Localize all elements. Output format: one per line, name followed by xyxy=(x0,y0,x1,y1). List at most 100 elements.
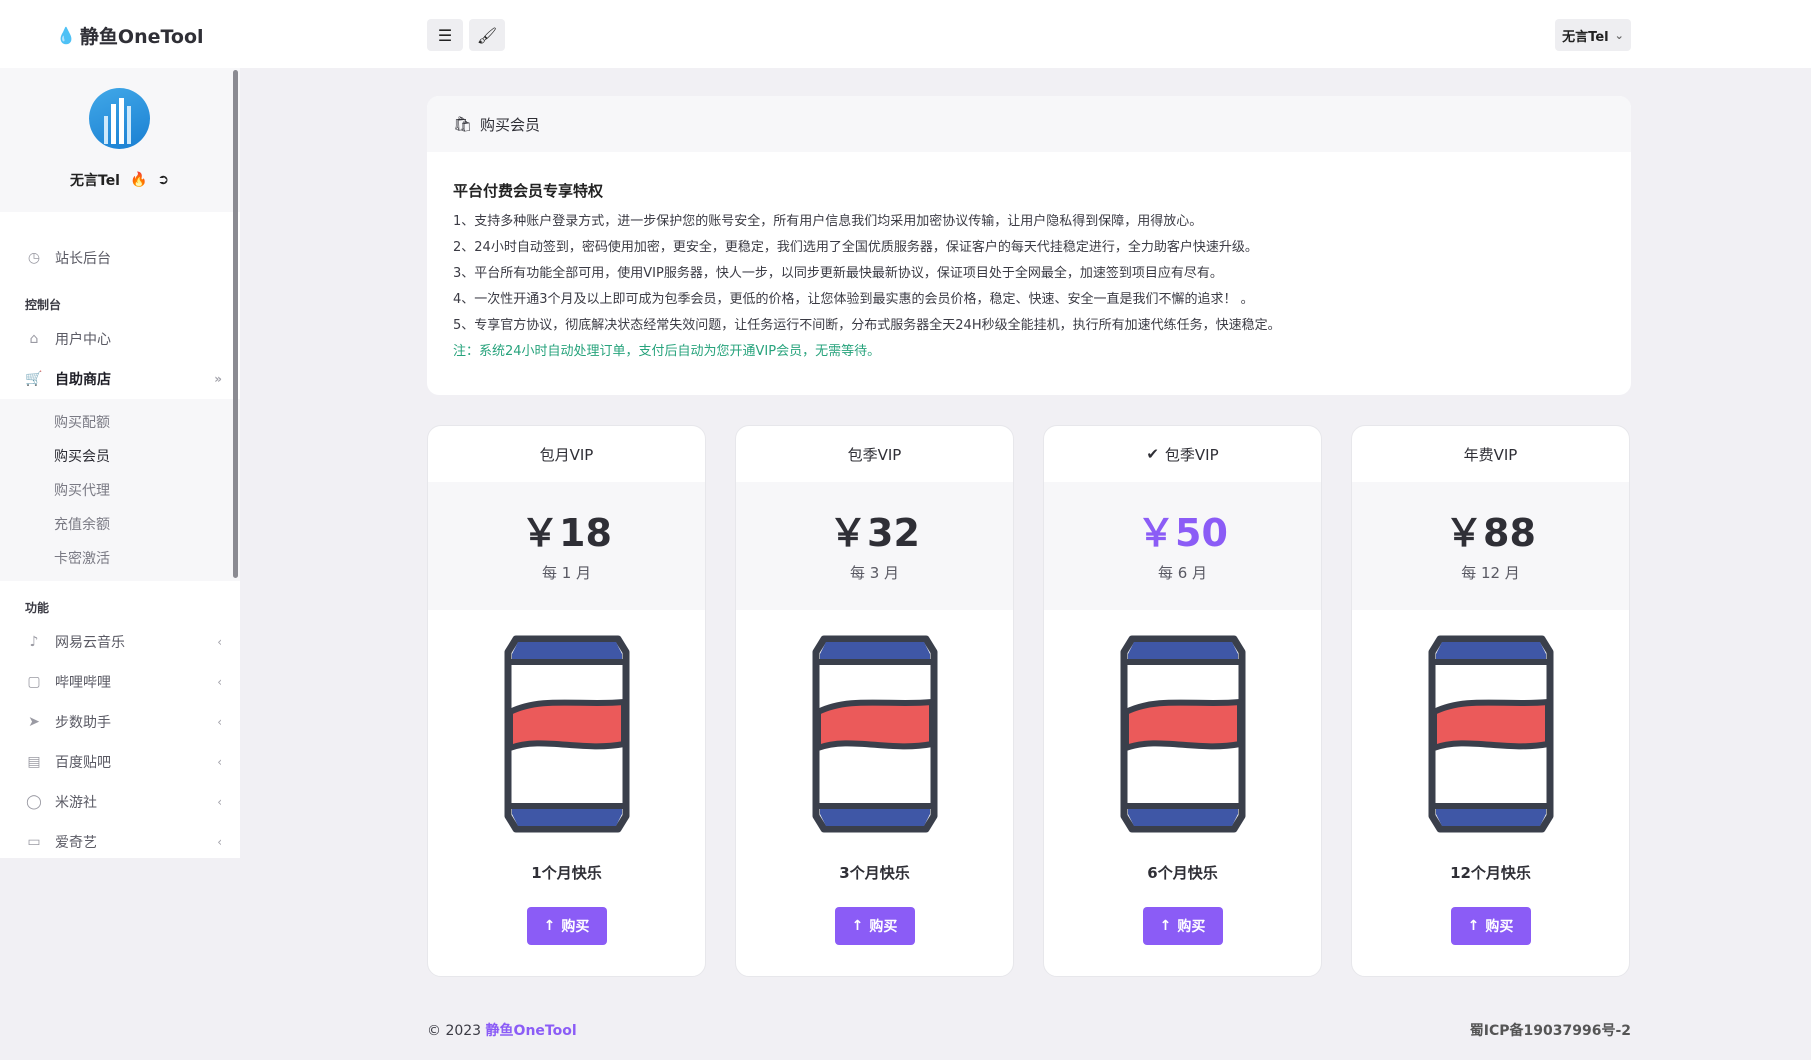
avatar[interactable] xyxy=(89,88,150,149)
card-header: 🛍 购买会员 xyxy=(427,96,1631,152)
processing-note: 注：系统24小时自动处理订单，支付后自动为您开通VIP会员，无需等待。 xyxy=(453,344,881,359)
plan-card: 包季VIP ￥32 每 3 月 3个月快乐 ↑ 购买 xyxy=(735,425,1014,977)
sidebar-item-label: 站长后台 xyxy=(55,251,111,267)
sidebar-item-user-center[interactable]: ⌂ 用户中心 xyxy=(0,319,240,359)
tv-icon: ▭ xyxy=(27,834,41,850)
top-header: 💧 静鱼OneTool ☰ 🖌 无言Tel ⌄ xyxy=(0,0,1811,68)
plan-title-text: 年费VIP xyxy=(1463,445,1518,464)
privilege-line: 4、一次性开通3个月及以上即可成为包季会员，更低的价格，让您体验到最实惠的会员价… xyxy=(453,292,1254,307)
sidebar-item-label: 网易云音乐 xyxy=(55,635,125,651)
chevron-left-icon: ‹ xyxy=(217,635,222,649)
section-heading-functions: 功能 xyxy=(25,601,50,615)
sidebar-item-bilibili[interactable]: ▢ 哔哩哔哩 ‹ xyxy=(0,662,240,702)
plan-period: 每 6 月 xyxy=(1157,563,1208,582)
plan-title-text: 包月VIP xyxy=(539,445,594,464)
sidebar-nav: ◷ 站长后台 控制台 ⌂ 用户中心 🛒 自助商店 » 购买配额 购买会员 购买代… xyxy=(0,212,240,858)
plan-name: 3个月快乐 xyxy=(839,864,910,882)
privilege-line: 1、支持多种账户登录方式，进一步保护您的账号安全，所有用户信息我们均采用加密协议… xyxy=(453,214,1203,229)
soda-can-icon xyxy=(1120,635,1245,833)
profile-name: 无言Tel xyxy=(70,173,120,189)
plan-name: 6个月快乐 xyxy=(1147,864,1218,882)
soda-can-icon xyxy=(504,635,629,833)
sidebar-scrollbar[interactable] xyxy=(233,70,238,578)
theme-button[interactable]: 🖌 xyxy=(469,19,505,51)
arrow-up-icon: ↑ xyxy=(543,918,556,934)
sidebar-item-baidu-tieba[interactable]: ▤ 百度贴吧 ‹ xyxy=(0,742,240,782)
icp-link[interactable]: 蜀ICP备19037996号-2 xyxy=(1470,1020,1631,1040)
main-content: 🛍 购买会员 平台付费会员专享特权 1、支持多种账户登录方式，进一步保护您的账号… xyxy=(427,96,1631,977)
sidebar-item-miyoushe[interactable]: ◯ 米游社 ‹ xyxy=(0,782,240,822)
buy-label: 购买 xyxy=(561,919,590,935)
footer: © 2023 静鱼OneTool 蜀ICP备19037996号-2 xyxy=(427,1020,1631,1040)
plan-period: 每 3 月 xyxy=(849,563,900,582)
buy-button[interactable]: ↑ 购买 xyxy=(1142,907,1223,945)
sidebar-item-steps[interactable]: ➤ 步数助手 ‹ xyxy=(0,702,240,742)
flame-icon[interactable]: 🔥 xyxy=(130,172,147,188)
buy-label: 购买 xyxy=(869,919,898,935)
chevron-left-icon: ‹ xyxy=(217,755,222,769)
plan-card: 包月VIP ￥18 每 1 月 1个月快乐 ↑ 购买 xyxy=(427,425,706,977)
menu-toggle-button[interactable]: ☰ xyxy=(427,19,463,51)
section-heading-console: 控制台 xyxy=(25,298,62,312)
sidebar-item-netease-music[interactable]: ♪ 网易云音乐 ‹ xyxy=(0,622,240,662)
privilege-line: 2、24小时自动签到，密码使用加密，更安全，更稳定，我们选用了全国优质服务器，保… xyxy=(453,240,1258,255)
plan-period: 每 1 月 xyxy=(541,563,592,582)
flame-icon: 💧 xyxy=(56,26,76,45)
profile-name-row: 无言Tel 🔥 ➲ xyxy=(70,170,169,190)
plan-title: 包季VIP xyxy=(736,426,1013,482)
price-box: ￥18 每 1 月 xyxy=(428,482,705,610)
logout-icon[interactable]: ➲ xyxy=(157,172,169,188)
user-menu-dropdown[interactable]: 无言Tel ⌄ xyxy=(1555,19,1631,51)
price-box: ￥32 每 3 月 xyxy=(736,482,1013,610)
sidebar-item-iqiyi[interactable]: ▭ 爱奇艺 ‹ xyxy=(0,822,240,858)
sidebar-subitem-card-activate[interactable]: 卡密激活 xyxy=(0,541,240,575)
sidebar-subitem-membership[interactable]: 购买会员 xyxy=(0,439,240,473)
plan-card: 年费VIP ￥88 每 12 月 12个月快乐 ↑ 购买 xyxy=(1351,425,1630,977)
hamburger-icon: ☰ xyxy=(437,25,453,45)
rocket-icon: ➤ xyxy=(28,714,40,730)
copyright-text: © 2023 xyxy=(427,1023,482,1039)
plan-price: ￥88 xyxy=(1445,510,1536,555)
arrow-up-icon: ↑ xyxy=(851,918,864,934)
plan-title-text: 包季VIP xyxy=(847,445,902,464)
price-box: ￥50 每 6 月 xyxy=(1044,482,1321,610)
user-menu-label: 无言Tel xyxy=(1562,29,1609,45)
plan-price: ￥32 xyxy=(829,510,920,555)
plan-title-text: 包季VIP xyxy=(1164,445,1219,464)
house-icon: ⌂ xyxy=(29,331,39,347)
chevron-left-icon: ‹ xyxy=(217,675,222,689)
sidebar-item-label: 哔哩哔哩 xyxy=(55,675,111,691)
footer-brand-link[interactable]: 静鱼OneTool xyxy=(486,1023,577,1039)
sidebar-subitem-agent[interactable]: 购买代理 xyxy=(0,473,240,507)
footer-copyright: © 2023 静鱼OneTool xyxy=(427,1020,577,1040)
sidebar-subitem-quota[interactable]: 购买配额 xyxy=(0,405,240,439)
buy-button[interactable]: ↑ 购买 xyxy=(1450,907,1531,945)
brand-logo[interactable]: 💧 静鱼OneTool xyxy=(56,22,204,49)
chevron-left-icon: ‹ xyxy=(217,715,222,729)
chevron-down-icon: ⌄ xyxy=(1614,28,1624,42)
video-camera-icon: ▢ xyxy=(27,674,41,690)
sidebar-item-dashboard[interactable]: ◷ 站长后台 xyxy=(0,238,240,278)
soda-can-icon xyxy=(812,635,937,833)
cart-icon: 🛒 xyxy=(25,371,43,387)
arrow-up-icon: ↑ xyxy=(1159,918,1172,934)
brush-icon: 🖌 xyxy=(476,25,498,45)
plan-name: 1个月快乐 xyxy=(531,864,602,882)
shopping-bag-icon: 🛍 xyxy=(453,115,473,133)
sidebar-item-shop[interactable]: 🛒 自助商店 » xyxy=(0,359,240,399)
brand-name: 静鱼OneTool xyxy=(79,26,204,48)
plan-title: 包月VIP xyxy=(428,426,705,482)
plan-period: 每 12 月 xyxy=(1461,563,1520,582)
buy-button[interactable]: ↑ 购买 xyxy=(834,907,915,945)
checkmark-icon: ✔ xyxy=(1146,445,1159,463)
plan-title: 年费VIP xyxy=(1352,426,1629,482)
membership-info-card: 🛍 购买会员 平台付费会员专享特权 1、支持多种账户登录方式，进一步保护您的账号… xyxy=(427,96,1631,395)
buy-button[interactable]: ↑ 购买 xyxy=(526,907,607,945)
sidebar-item-label: 爱奇艺 xyxy=(55,835,97,851)
sidebar-item-label: 用户中心 xyxy=(55,332,111,348)
plan-price: ￥18 xyxy=(521,510,612,555)
sidebar-subitem-recharge[interactable]: 充值余额 xyxy=(0,507,240,541)
card-title: 购买会员 xyxy=(480,115,541,134)
privilege-line: 3、平台所有功能全部可用，使用VIP服务器，快人一步，以同步更新最快最新协议，保… xyxy=(453,266,1223,281)
plan-title: ✔ 包季VIP xyxy=(1044,426,1321,482)
